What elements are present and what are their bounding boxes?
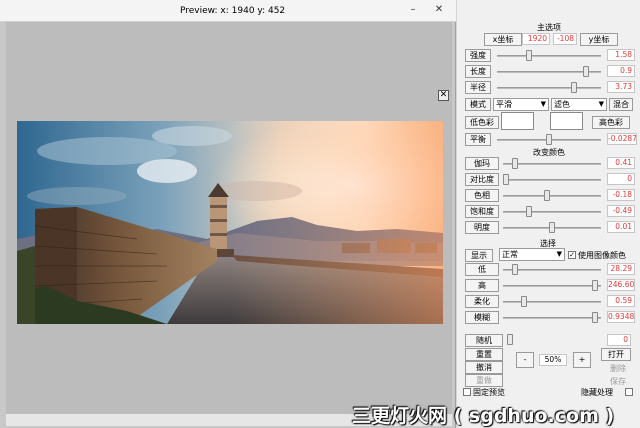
y-coord-value[interactable]: -108: [553, 33, 577, 45]
select-param-3-value[interactable]: 0.93486: [607, 311, 635, 323]
preview-image[interactable]: [17, 121, 443, 324]
display-select[interactable]: 正常 ▼: [499, 248, 565, 261]
color-param-1-slider-thumb[interactable]: [503, 174, 509, 185]
select-param-2-button[interactable]: 柔化: [465, 295, 499, 308]
color-param-2-button[interactable]: 色相: [465, 189, 499, 202]
preview-window: Preview: x: 1940 y: 452 – ✕ ✕: [0, 0, 456, 428]
color-param-2-value[interactable]: -0.18: [607, 189, 635, 201]
reset-button[interactable]: 重置: [465, 348, 503, 361]
display-button[interactable]: 显示: [465, 249, 493, 262]
undo-button[interactable]: 撤消: [465, 361, 503, 374]
random-button[interactable]: 随机: [465, 334, 503, 347]
param-2-slider-thumb[interactable]: [570, 82, 577, 93]
minimize-icon[interactable]: –: [406, 4, 420, 16]
select-param-0-value[interactable]: 28.29: [607, 263, 635, 275]
preview-titlebar[interactable]: Preview: x: 1940 y: 452 – ✕: [0, 0, 456, 22]
color-param-0-slider-thumb[interactable]: [512, 158, 519, 169]
use-image-color-checkbox[interactable]: ✓: [568, 251, 576, 259]
watermark: 三更灯火网 ( sgdhuo.com ): [352, 405, 615, 427]
high-color-button[interactable]: 高色彩: [592, 116, 630, 129]
mode-button[interactable]: 模式: [465, 98, 491, 111]
chevron-down-icon: ▼: [540, 100, 546, 108]
color-param-1-button[interactable]: 对比度: [465, 173, 499, 186]
param-2-button[interactable]: 半径: [465, 81, 491, 94]
param-0-slider-track[interactable]: [497, 55, 601, 57]
color-param-0-button[interactable]: 伽玛: [465, 157, 499, 170]
x-coord-button[interactable]: x坐标: [484, 33, 522, 46]
fixed-preview-checkbox[interactable]: [463, 388, 471, 396]
random-slider-thumb[interactable]: [507, 334, 513, 345]
change-color-title: 改变颜色: [533, 148, 565, 157]
hide-process-label: 隐藏处理: [581, 388, 613, 397]
hide-process-checkbox[interactable]: [625, 388, 633, 396]
param-0-value[interactable]: 1.58: [607, 49, 635, 61]
open-button[interactable]: 打开: [601, 348, 631, 361]
low-color-swatch[interactable]: [501, 112, 534, 130]
select-param-1-button[interactable]: 高: [465, 279, 499, 292]
color-param-0-value[interactable]: 0.41: [607, 157, 635, 169]
chevron-down-icon: ▼: [598, 100, 604, 108]
blend-select-value: 滤色: [554, 100, 570, 109]
low-color-button[interactable]: 低色彩: [465, 116, 499, 129]
high-color-swatch[interactable]: [550, 112, 583, 130]
param-2-slider-track[interactable]: [497, 87, 601, 89]
y-coord-button[interactable]: y坐标: [580, 33, 618, 46]
select-param-3-button[interactable]: 模糊: [465, 311, 499, 324]
blend-select[interactable]: 滤色 ▼: [551, 98, 607, 111]
select-param-1-slider-track[interactable]: [503, 285, 601, 287]
mode-select[interactable]: 平滑 ▼: [493, 98, 549, 111]
color-param-2-slider-track[interactable]: [503, 195, 601, 197]
balance-slider-thumb[interactable]: [546, 134, 552, 145]
main-option-title: 主选项: [537, 23, 561, 32]
fixed-preview-label: 固定预览: [473, 388, 505, 397]
preview-title: Preview: x: 1940 y: 452: [180, 6, 286, 16]
fit-window-icon[interactable]: ✕: [438, 90, 449, 101]
zoom-in-button[interactable]: +: [573, 352, 591, 368]
random-value[interactable]: 0: [607, 334, 631, 346]
save-button[interactable]: 保存: [610, 376, 626, 387]
select-param-3-slider-thumb[interactable]: [592, 312, 599, 323]
chevron-down-icon: ▼: [556, 250, 562, 258]
select-param-2-value[interactable]: 0.59: [607, 295, 635, 307]
redo-button[interactable]: 重做: [465, 374, 503, 387]
mix-button[interactable]: 混合: [609, 98, 633, 111]
param-1-slider-thumb[interactable]: [583, 66, 590, 77]
color-param-1-slider-track[interactable]: [503, 179, 601, 181]
color-param-3-button[interactable]: 饱和度: [465, 205, 499, 218]
select-param-1-value[interactable]: 246.602: [607, 279, 635, 291]
mode-select-value: 平滑: [496, 100, 512, 109]
select-param-2-slider-thumb[interactable]: [521, 296, 528, 307]
display-select-value: 正常: [502, 250, 518, 259]
color-param-4-slider-thumb[interactable]: [549, 222, 555, 233]
param-1-button[interactable]: 长度: [465, 65, 491, 78]
zoom-value[interactable]: 50%: [539, 354, 567, 366]
param-1-value[interactable]: 0.9: [607, 65, 635, 77]
color-param-3-slider-thumb[interactable]: [526, 206, 532, 217]
x-coord-value[interactable]: 1920: [522, 33, 550, 45]
select-param-3-slider-track[interactable]: [503, 317, 601, 319]
param-0-slider-thumb[interactable]: [526, 50, 533, 61]
color-param-3-slider-track[interactable]: [503, 211, 601, 213]
select-param-0-slider-thumb[interactable]: [512, 264, 519, 275]
balance-value[interactable]: -0.0287: [607, 133, 637, 145]
select-param-2-slider-track[interactable]: [503, 301, 601, 303]
color-param-4-value[interactable]: 0.01: [607, 221, 635, 233]
select-param-1-slider-thumb[interactable]: [592, 280, 599, 291]
zoom-out-button[interactable]: -: [516, 352, 534, 368]
select-param-0-button[interactable]: 低: [465, 263, 499, 276]
landscape-photo: [17, 121, 443, 324]
balance-button[interactable]: 平衡: [465, 133, 491, 146]
color-param-2-slider-thumb[interactable]: [544, 190, 551, 201]
param-0-button[interactable]: 强度: [465, 49, 491, 62]
delete-button[interactable]: 删除: [610, 363, 626, 374]
close-icon[interactable]: ✕: [432, 4, 446, 16]
color-param-1-value[interactable]: 0: [607, 173, 635, 185]
color-param-4-button[interactable]: 明度: [465, 221, 499, 234]
color-param-3-value[interactable]: -0.49: [607, 205, 635, 217]
use-image-color-label: 使用图像颜色: [578, 251, 626, 260]
param-2-value[interactable]: 3.73: [607, 81, 635, 93]
control-panel: 主选项 x坐标 1920 -108 y坐标 强度 1.58 长度 0.9 半径 3.73 …: [457, 0, 640, 428]
